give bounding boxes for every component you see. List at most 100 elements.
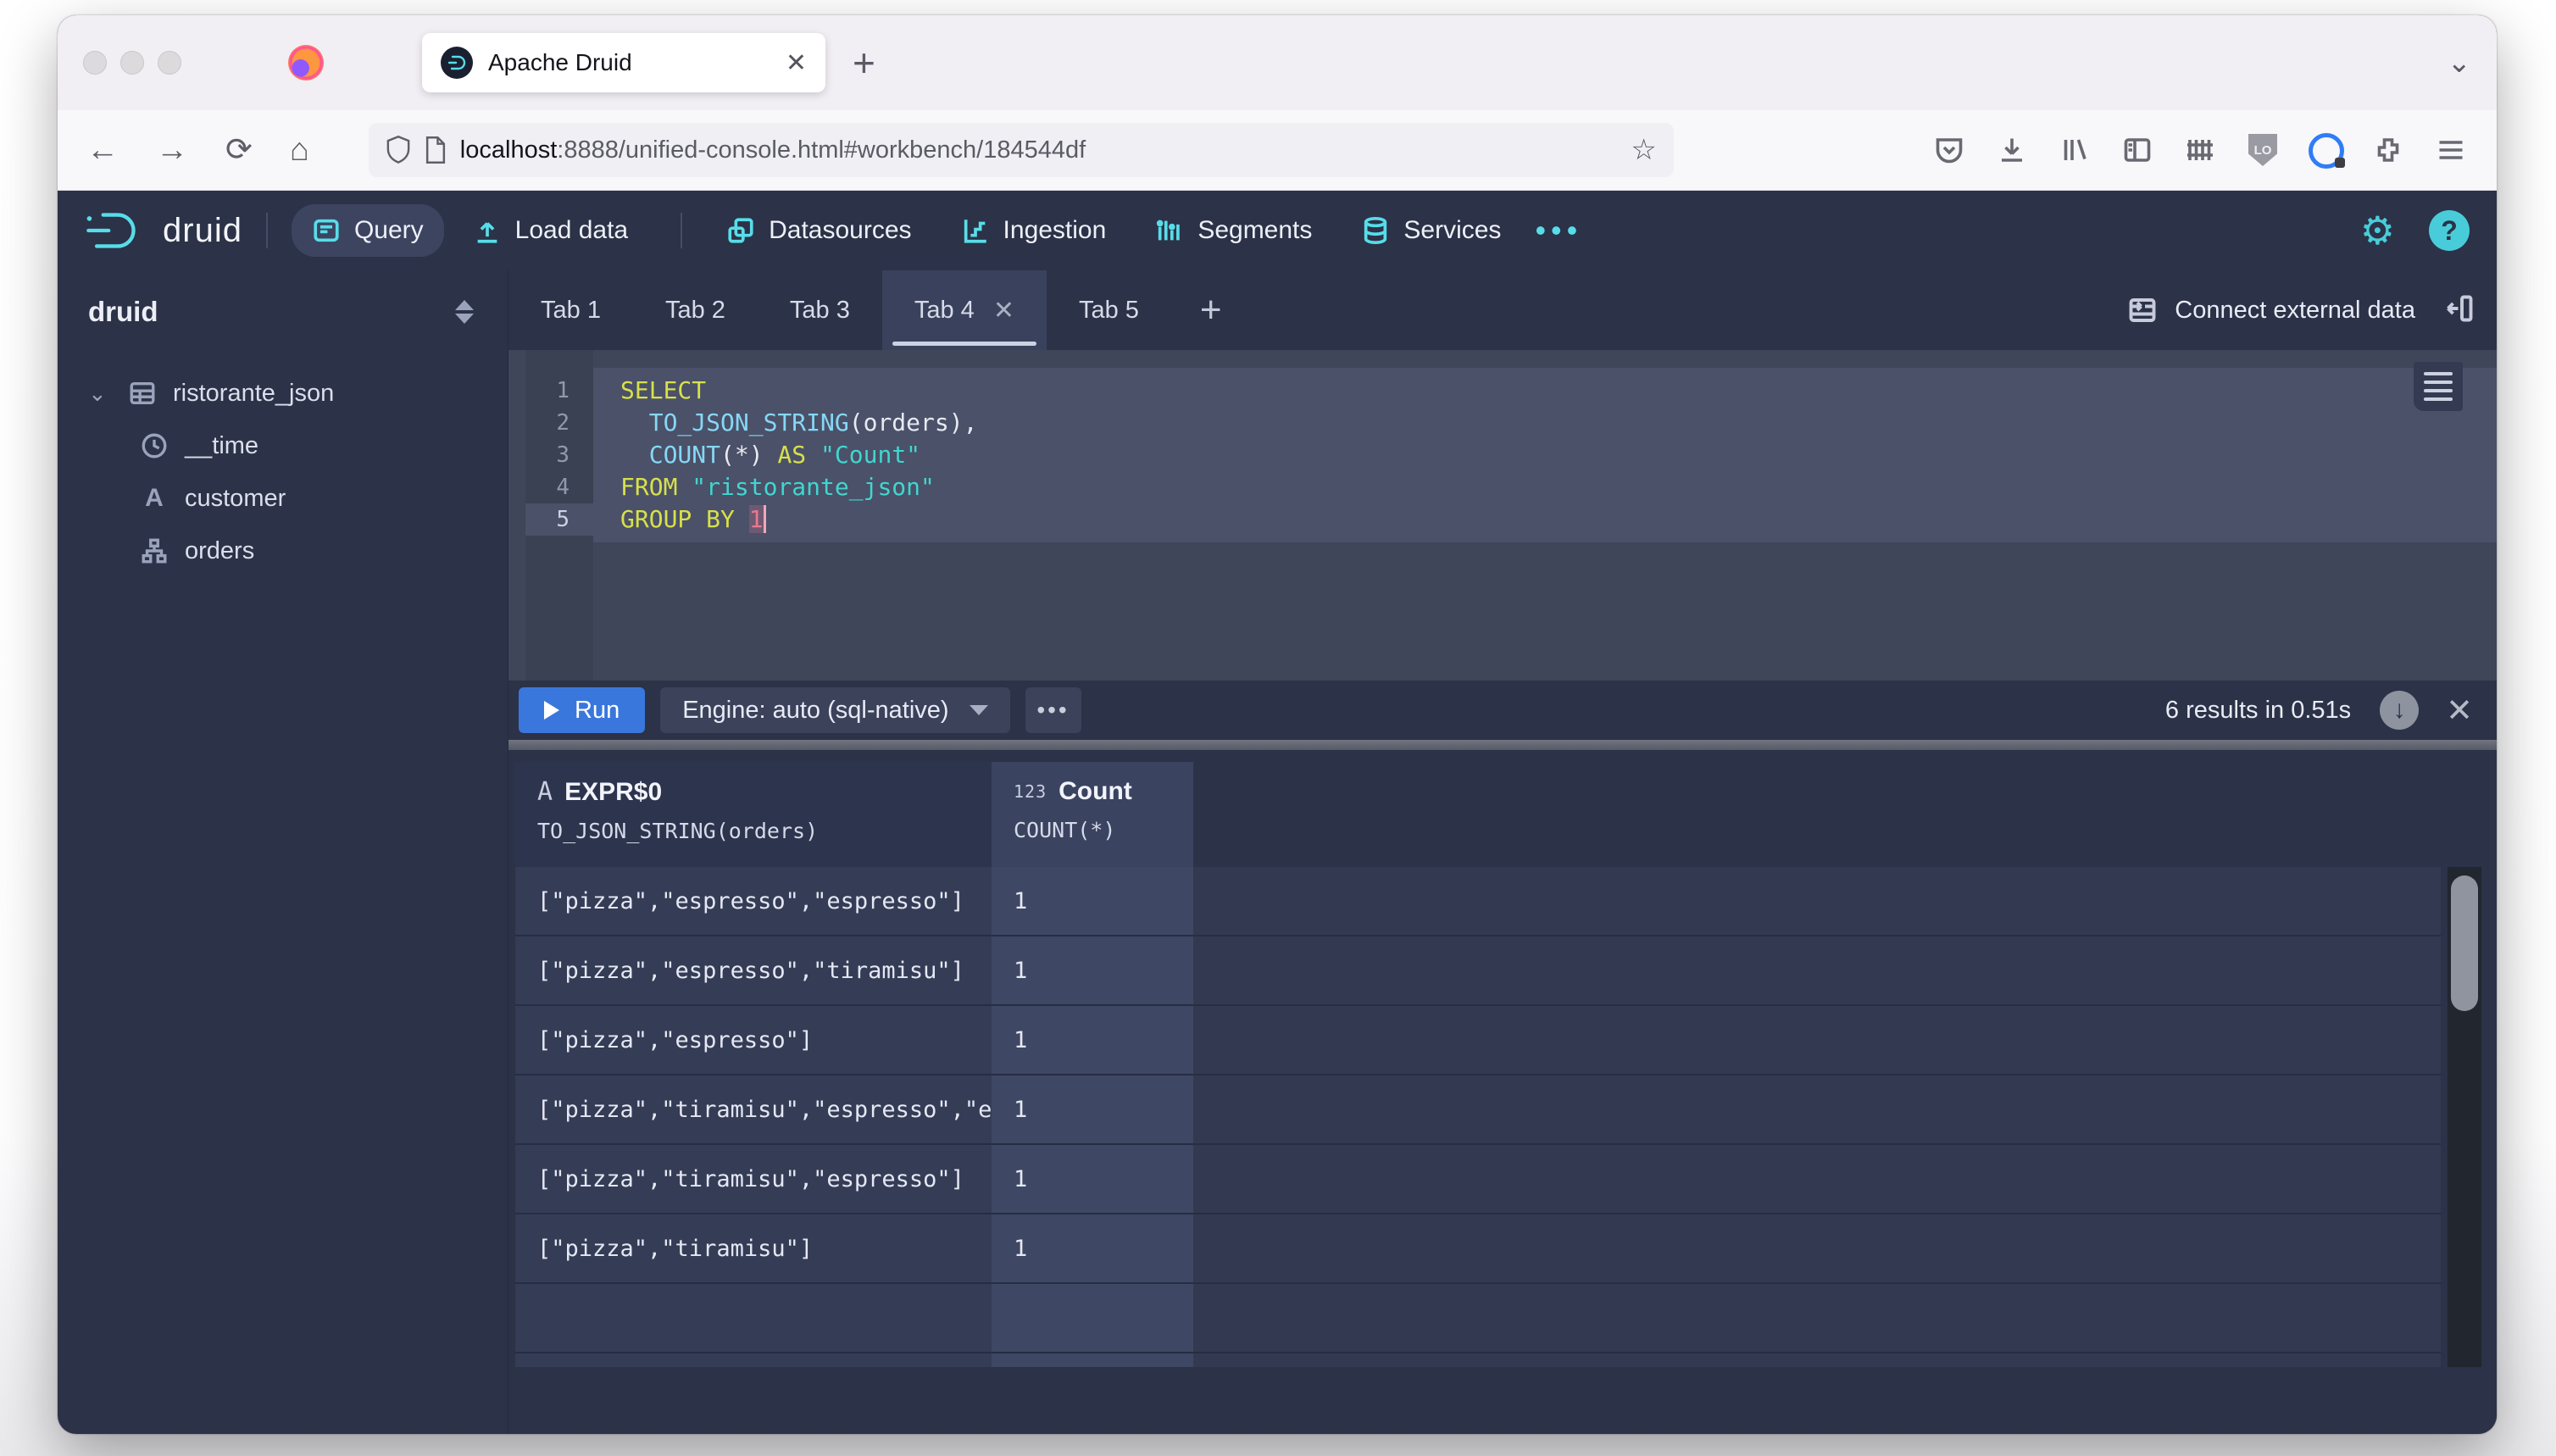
query-tab-1[interactable]: Tab 1 — [508, 270, 633, 350]
code-line[interactable]: COUNT(*) AS "Count" — [593, 439, 2497, 471]
result-cell[interactable]: ["pizza","tiramisu"] — [515, 1214, 992, 1284]
code-line[interactable]: TO_JSON_STRING(orders), — [593, 407, 2497, 439]
url-path: :8888/unified-console.html#workbench/184… — [557, 136, 1086, 164]
column-name: __time — [185, 431, 259, 459]
query-tab-5[interactable]: Tab 5 — [1047, 270, 1171, 350]
back-icon[interactable]: ← — [86, 134, 119, 166]
containers-icon[interactable] — [2183, 133, 2217, 167]
collapse-panel-icon[interactable] — [2444, 293, 2475, 328]
sql-editor[interactable]: 1 2 3 4 5 SELECT TO_JSON_STRING(orders), COU… — [508, 350, 2497, 681]
add-tab-button[interactable]: + — [1200, 289, 1222, 331]
home-icon[interactable]: ⌂ — [290, 134, 309, 166]
sidebar-table-ristorante-json[interactable]: ⌄ ristorante_json — [88, 367, 508, 420]
results-header-count[interactable]: 123 Count COUNT(*) — [992, 762, 1193, 867]
panel-footer-spacer — [508, 1367, 2497, 1434]
schema-selector[interactable]: druid — [88, 296, 508, 328]
code-line[interactable]: GROUP BY 1 — [593, 503, 2497, 536]
table-row — [515, 1284, 2441, 1353]
url-bar[interactable]: localhost:8888/unified-console.html#work… — [368, 123, 1674, 177]
result-cell[interactable]: 1 — [992, 1006, 1193, 1075]
help-icon[interactable]: ? — [2429, 210, 2470, 251]
settings-gear-icon[interactable]: ⚙ — [2360, 211, 2395, 250]
empty-cell — [1193, 1214, 2441, 1284]
engine-select[interactable]: Engine: auto (sql-native) — [660, 687, 1010, 733]
menu-hamburger-icon[interactable] — [2434, 133, 2468, 167]
browser-titlebar: Apache Druid ✕ + ⌄ — [58, 15, 2497, 110]
nav-item-ingestion[interactable]: Ingestion — [941, 204, 1127, 257]
library-icon[interactable] — [2058, 133, 2092, 167]
result-cell[interactable]: 1 — [992, 936, 1193, 1006]
sidebars-icon[interactable] — [2120, 133, 2154, 167]
pocket-icon[interactable] — [1932, 133, 1966, 167]
new-tab-button[interactable]: + — [853, 40, 875, 86]
download-results-icon[interactable]: ↓ — [2380, 691, 2420, 730]
code-token: COUNT — [648, 441, 721, 469]
query-tab-2[interactable]: Tab 2 — [633, 270, 758, 350]
desktop: Apache Druid ✕ + ⌄ ← → ⟳ ⌂ localhost:888… — [0, 0, 2556, 1456]
tab-close-icon[interactable]: ✕ — [786, 48, 807, 78]
result-cell[interactable] — [992, 1353, 1193, 1367]
result-cell[interactable]: ["pizza","tiramisu","espresso","espresso… — [515, 1075, 992, 1145]
page-info-icon[interactable] — [425, 136, 447, 164]
nav-item-services[interactable]: Services — [1341, 204, 1521, 257]
minimize-window-button[interactable] — [120, 51, 144, 75]
result-cell[interactable]: 1 — [992, 1145, 1193, 1214]
nav-more-button[interactable]: ••• — [1535, 213, 1582, 248]
run-more-button[interactable]: ••• — [1025, 687, 1081, 733]
table-row: ["pizza","espresso","espresso"] 1 — [515, 867, 2441, 936]
column-expression: TO_JSON_STRING(orders) — [537, 819, 819, 843]
result-cell[interactable]: 1 — [992, 1075, 1193, 1145]
result-cell[interactable]: ["pizza","tiramisu","espresso"] — [515, 1145, 992, 1214]
results-scrollbar-thumb[interactable] — [2451, 875, 2478, 1011]
vpn-icon[interactable] — [2309, 133, 2345, 169]
list-tabs-chevron-icon[interactable]: ⌄ — [2448, 46, 2472, 80]
results-grid: A EXPR$0 TO_JSON_STRING(orders) 123 Count … — [515, 762, 2441, 1367]
tracking-shield-icon[interactable] — [386, 136, 411, 164]
result-cell[interactable]: 1 — [992, 1214, 1193, 1284]
column-name: customer — [185, 484, 286, 512]
results-splitter-handle[interactable] — [508, 740, 2497, 750]
zoom-window-button[interactable] — [158, 51, 181, 75]
nav-item-segments[interactable]: Segments — [1135, 204, 1332, 257]
sidebar-column-time[interactable]: __time — [88, 420, 508, 472]
result-cell[interactable]: ["pizza","espresso","espresso"] — [515, 867, 992, 936]
result-cell[interactable] — [515, 1353, 992, 1367]
browser-tab[interactable]: Apache Druid ✕ — [422, 33, 825, 92]
results-scrollbar-track[interactable] — [2448, 867, 2481, 1367]
results-header-expr0[interactable]: A EXPR$0 TO_JSON_STRING(orders) — [515, 762, 992, 867]
schema-switch-icon[interactable] — [455, 300, 474, 324]
query-tab-4-active[interactable]: Tab 4 ✕ — [881, 270, 1047, 350]
forward-icon[interactable]: → — [156, 134, 188, 166]
result-cell[interactable] — [515, 1284, 992, 1353]
code-line[interactable]: FROM "ristorante_json" — [593, 471, 2497, 503]
chevron-down-icon[interactable]: ⌄ — [88, 381, 112, 407]
editor-code-area[interactable]: SELECT TO_JSON_STRING(orders), COUNT(*) … — [593, 350, 2497, 681]
result-cell[interactable]: ["pizza","espresso","tiramisu"] — [515, 936, 992, 1006]
nav-item-query[interactable]: Query — [291, 204, 444, 257]
connect-external-data-button[interactable]: Connect external data — [2127, 270, 2415, 350]
result-cell[interactable]: ["pizza","espresso"] — [515, 1006, 992, 1075]
adblock-shield-icon[interactable]: LO — [2246, 133, 2280, 167]
nav-item-load-data[interactable]: Load data — [453, 204, 648, 257]
downloads-icon[interactable] — [1995, 133, 2029, 167]
nav-item-datasources[interactable]: Datasources — [706, 204, 931, 257]
query-tab-3[interactable]: Tab 3 — [758, 270, 882, 350]
result-cell[interactable] — [992, 1284, 1193, 1353]
browser-tab-title: Apache Druid — [488, 49, 632, 75]
nav-item-label: Services — [1403, 216, 1502, 244]
close-window-button[interactable] — [83, 51, 107, 75]
sidebar-column-orders[interactable]: orders — [88, 525, 508, 577]
bookmark-star-icon[interactable]: ☆ — [1631, 133, 1656, 167]
extensions-puzzle-icon[interactable] — [2371, 133, 2405, 167]
tab-close-icon[interactable]: ✕ — [993, 296, 1014, 325]
close-results-icon[interactable]: ✕ — [2446, 692, 2473, 730]
sidebar-column-customer[interactable]: A customer — [88, 472, 508, 525]
editor-menu-button[interactable] — [2414, 362, 2463, 411]
code-token: SELECT — [620, 376, 707, 404]
run-button[interactable]: Run — [519, 687, 646, 733]
code-line[interactable]: SELECT — [593, 375, 2497, 407]
caret-down-icon — [969, 705, 988, 715]
query-tab-bar: Tab 1 Tab 2 Tab 3 Tab 4 ✕ Tab 5 + Connec… — [508, 270, 2497, 350]
result-cell[interactable]: 1 — [992, 867, 1193, 936]
reload-icon[interactable]: ⟳ — [225, 134, 253, 166]
